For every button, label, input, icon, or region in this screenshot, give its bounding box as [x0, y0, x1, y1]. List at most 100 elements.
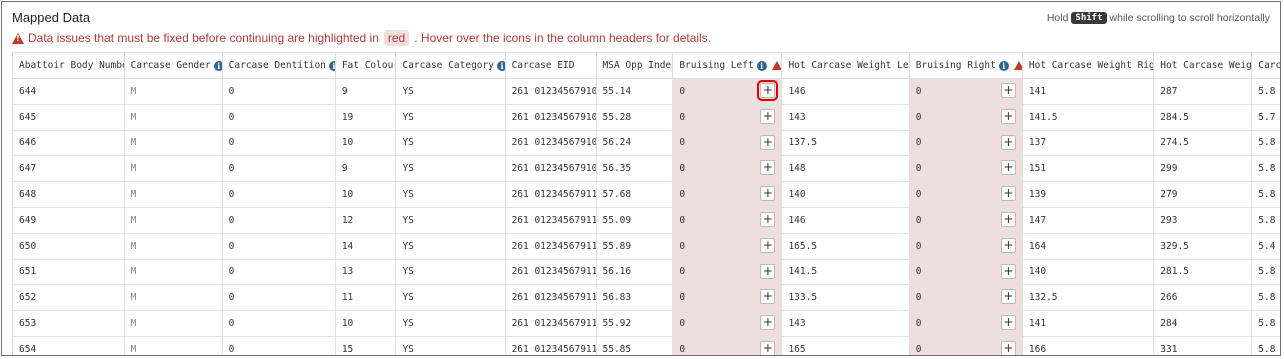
cell-value: 19 [341, 111, 354, 123]
cell-value: YS [402, 214, 414, 226]
cell-value: YS [402, 85, 414, 97]
column-header-carcase[interactable]: Carcase [1251, 52, 1280, 79]
cell-value: M [130, 318, 137, 330]
mapped-data-panel: Mapped Data Hold Shift while scrolling t… [1, 1, 1281, 356]
add-bruising-button[interactable]: + [760, 237, 776, 253]
cell-bruising-left: 0 + [672, 130, 783, 157]
shift-key-badge: Shift [1071, 12, 1107, 24]
info-icon[interactable]: i [213, 60, 222, 71]
cell-value: YS [402, 318, 414, 330]
cell-carcase-dentition: 0 [222, 78, 336, 105]
cell-value: 5.8 [1258, 85, 1276, 97]
column-header-label: Hot Carcase Weight Right [1028, 60, 1154, 71]
column-header-hot-carcase-weight-left[interactable]: Hot Carcase Weight Left [781, 52, 910, 79]
cell-msa-opp-index: 55.89 [596, 233, 674, 260]
add-bruising-button[interactable]: + [1000, 340, 1016, 355]
cell-msa-opp-index: 56.16 [596, 259, 674, 286]
cell-carcase-category: YS [395, 207, 506, 234]
cell-value: 137 [1028, 137, 1047, 149]
cell-value: 0 [679, 343, 686, 355]
column-header-carcase-dentition[interactable]: Carcase Dentition i [222, 52, 336, 79]
cell-value: 279 [1160, 189, 1178, 201]
table-header-row: Abattoir Body Number Carcase Gender i Carca… [13, 52, 1280, 79]
cell-hot-carcase-weight-right: 147 [1022, 207, 1155, 234]
column-header-carcase-eid[interactable]: Carcase EID [505, 52, 597, 79]
add-bruising-button[interactable]: + [1000, 134, 1016, 150]
column-header-carcase-gender[interactable]: Carcase Gender i [124, 52, 223, 79]
cell-carcase: 5.8 [1251, 130, 1280, 157]
cell-value: 0 [228, 266, 235, 278]
column-header-hot-carcase-weight-right[interactable]: Hot Carcase Weight Right [1022, 52, 1155, 79]
cell-value: 0 [679, 111, 686, 123]
add-bruising-button[interactable]: + [1000, 160, 1016, 176]
cell-value: 261 012345679109 [511, 163, 597, 175]
cell-value: 141.5 [1028, 111, 1058, 123]
cell-value: YS [402, 292, 414, 304]
add-bruising-button[interactable]: + [760, 186, 776, 202]
cell-value: 0 [915, 163, 922, 175]
info-icon[interactable]: i [998, 60, 1009, 71]
cell-msa-opp-index: 56.83 [596, 284, 674, 312]
column-header-bruising-left[interactable]: Bruising Left i [672, 52, 783, 79]
cell-hot-carcase-weight-left: 146 [781, 207, 910, 234]
cell-hot-carcase-weight: 284 [1153, 310, 1253, 337]
add-bruising-button[interactable]: + [1000, 237, 1016, 253]
add-bruising-button[interactable]: + [757, 80, 779, 101]
cell-abattoir-body-number: 653 [13, 310, 125, 337]
add-bruising-button[interactable]: + [760, 134, 776, 150]
column-header-label: Hot Carcase Weight Left [788, 60, 910, 71]
cell-fat-colour: 10 [335, 181, 397, 208]
cell-hot-carcase-weight: 284.5 [1153, 104, 1253, 131]
cell-carcase-eid: 261 012345679116 [505, 336, 597, 355]
cell-carcase: 5.8 [1251, 284, 1280, 312]
cell-value: 274.5 [1160, 137, 1189, 149]
table-row: 644 M 0 9 YS 261 012345679106 55.14 0 +146 0 +141 2… [13, 78, 1280, 105]
column-header-bruising-right[interactable]: Bruising Right i [909, 52, 1023, 79]
cell-carcase-gender: M [124, 284, 223, 312]
add-bruising-button[interactable]: + [1000, 211, 1016, 227]
mapped-data-table-scroll[interactable]: Abattoir Body Number Carcase Gender i Carca… [12, 52, 1280, 355]
add-bruising-button[interactable]: + [1000, 315, 1016, 331]
cell-bruising-right: 0 + [909, 336, 1023, 355]
warning-triangle-icon[interactable] [1013, 61, 1022, 70]
add-bruising-button[interactable]: + [1000, 263, 1016, 279]
cell-carcase-gender: M [124, 104, 223, 131]
add-bruising-button[interactable]: + [760, 263, 776, 279]
column-header-abattoir-body-number[interactable]: Abattoir Body Number [13, 52, 125, 79]
cell-fat-colour: 14 [335, 233, 397, 260]
cell-value: M [130, 189, 137, 201]
cell-value: 137.5 [788, 137, 818, 149]
cell-value: 0 [915, 214, 922, 226]
add-bruising-button[interactable]: + [760, 289, 776, 305]
cell-hot-carcase-weight-right: 164 [1022, 233, 1155, 260]
column-header-hot-carcase-weight[interactable]: Hot Carcase Weight [1153, 52, 1253, 79]
cell-carcase-eid: 261 012345679109 [505, 155, 597, 183]
add-bruising-button[interactable]: + [760, 211, 776, 227]
add-bruising-button[interactable]: + [1000, 83, 1016, 98]
column-header-carcase-category[interactable]: Carcase Category i [395, 52, 506, 79]
info-icon[interactable]: i [496, 60, 505, 71]
warning-triangle-icon[interactable] [771, 61, 781, 70]
add-bruising-button[interactable]: + [760, 108, 776, 124]
info-icon[interactable]: i [328, 60, 335, 71]
cell-value: 0 [679, 163, 686, 175]
cell-value: 261 012345679113 [511, 266, 597, 278]
cell-value: 654 [19, 343, 37, 355]
add-bruising-button[interactable]: + [1000, 186, 1016, 202]
add-bruising-button[interactable]: + [1000, 289, 1016, 305]
cell-value: 653 [19, 318, 37, 330]
column-header-fat-colour[interactable]: Fat Colouri [335, 52, 397, 79]
add-bruising-button[interactable]: + [760, 340, 776, 355]
info-icon[interactable]: i [756, 60, 767, 71]
add-bruising-button[interactable]: + [1000, 108, 1016, 124]
cell-value: 57.68 [602, 189, 632, 201]
cell-carcase-gender: M [124, 181, 223, 208]
add-bruising-button[interactable]: + [760, 160, 776, 176]
scroll-hint: Hold Shift while scrolling to scroll hor… [1047, 12, 1270, 24]
cell-carcase-dentition: 0 [222, 233, 336, 260]
cell-value: 166 [1028, 343, 1047, 355]
cell-value: 0 [915, 111, 922, 123]
column-header-msa-opp-index[interactable]: MSA Opp Index [596, 52, 674, 79]
add-bruising-button[interactable]: + [760, 315, 776, 331]
cell-carcase-category: YS [395, 233, 506, 260]
